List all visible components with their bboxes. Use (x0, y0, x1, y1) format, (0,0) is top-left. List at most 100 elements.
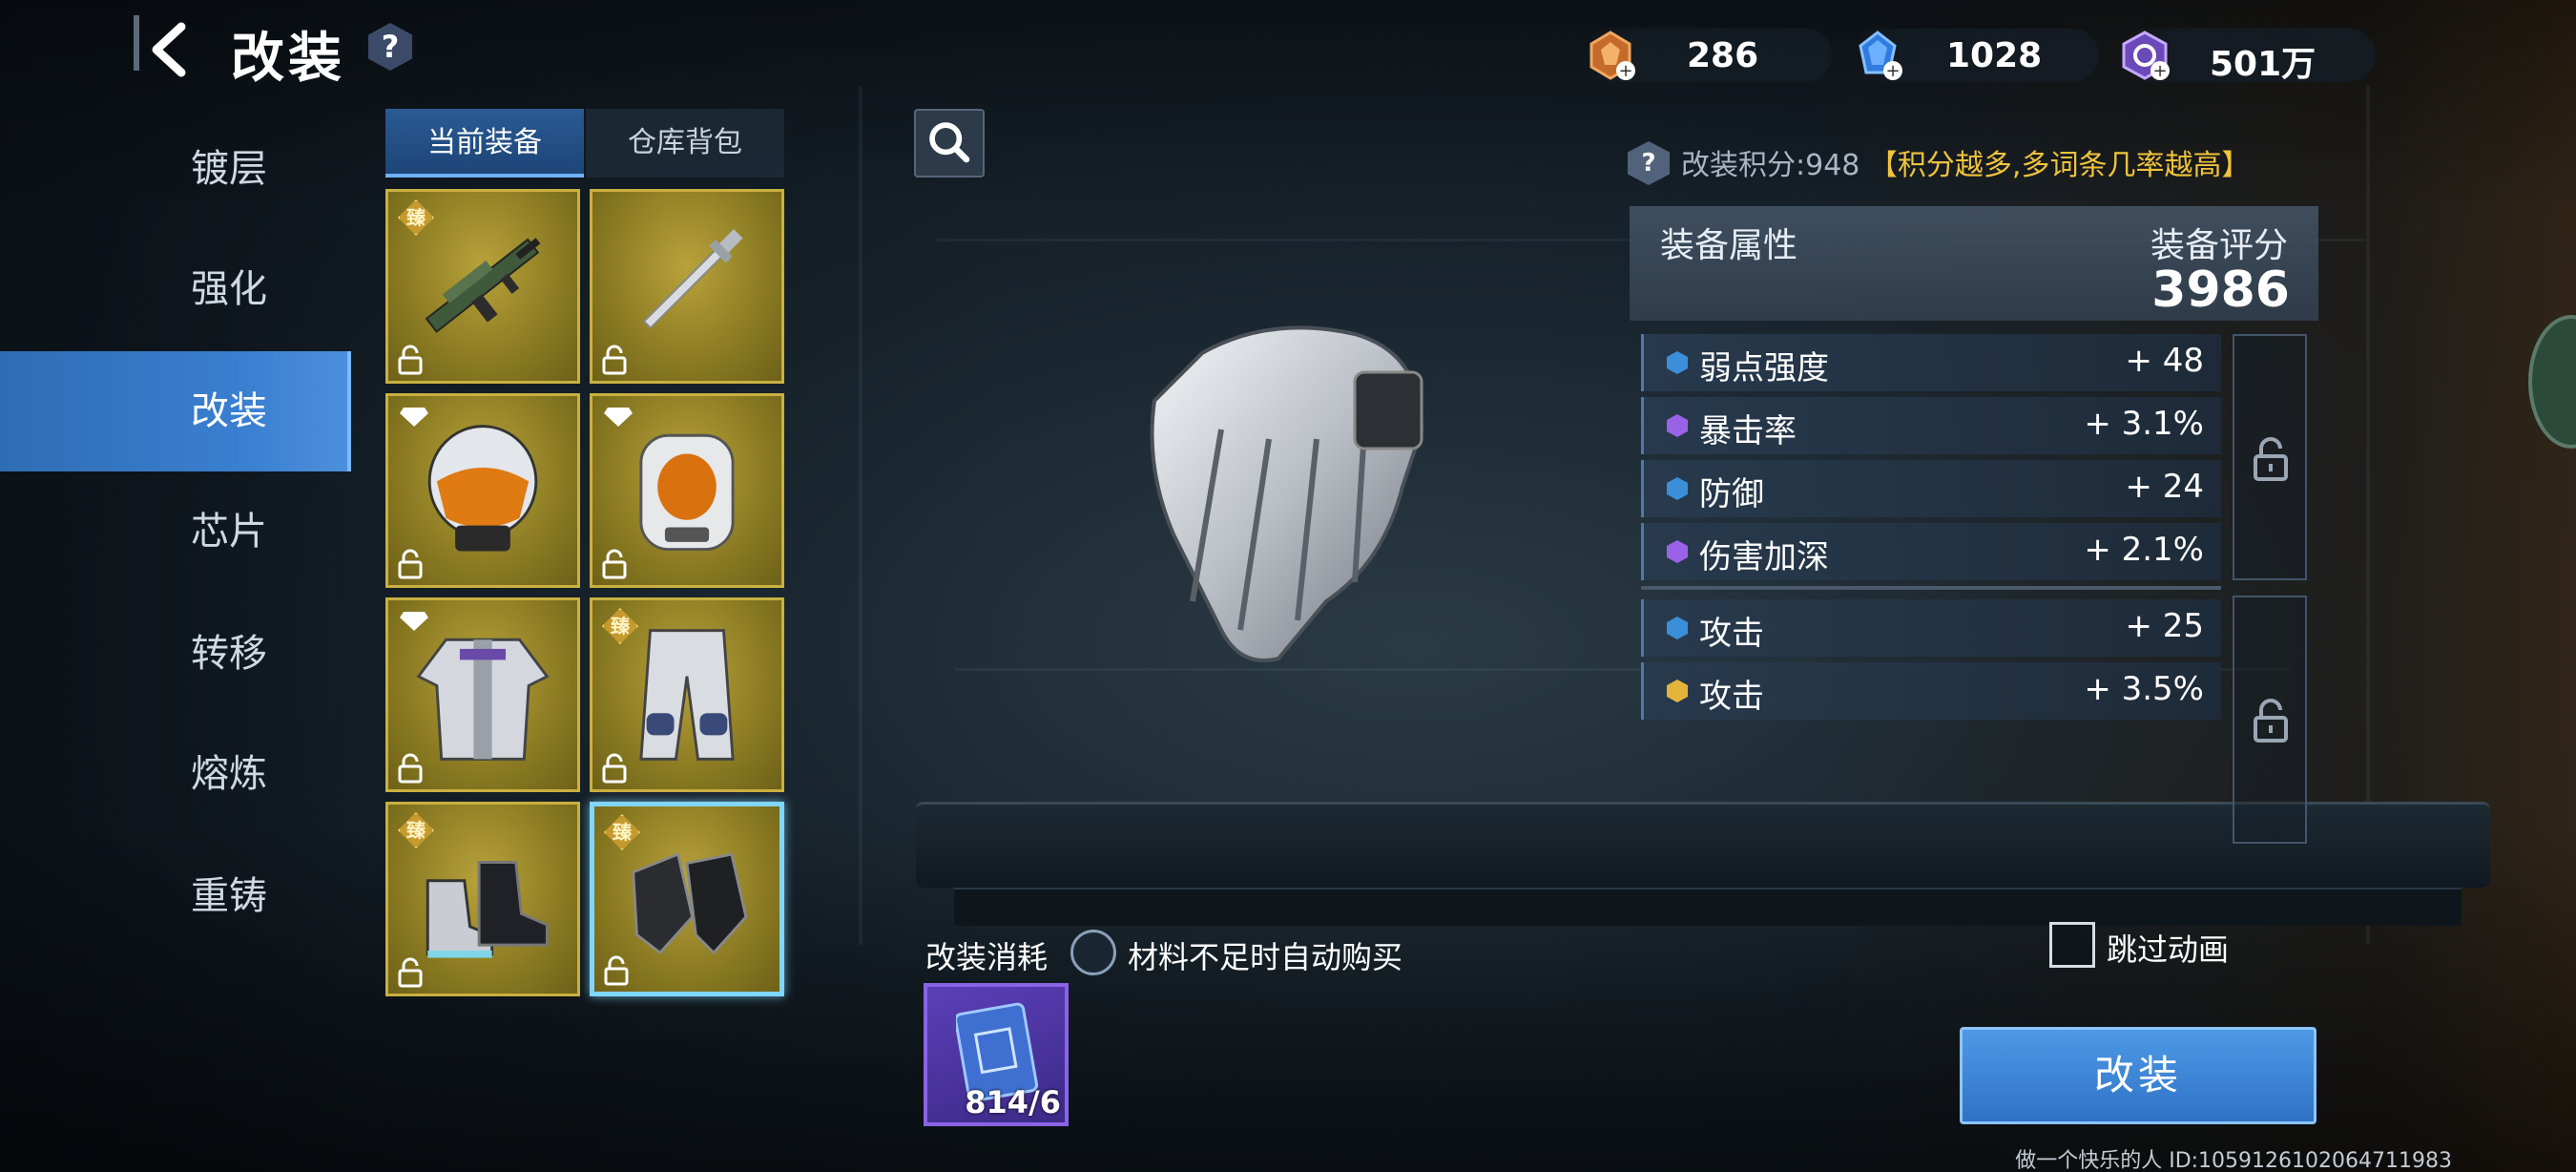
user-id: 做一个快乐的人 ID:1059126102064711983 (2015, 1149, 2452, 1172)
pants-icon (639, 629, 735, 761)
lock-icon (602, 753, 627, 784)
search-button[interactable] (914, 109, 985, 178)
material-slot[interactable]: 814/6 (924, 983, 1069, 1126)
svg-text:+: + (1885, 61, 1900, 81)
equipment-slot-gloves[interactable]: 臻 (590, 802, 784, 996)
title-decoration (134, 15, 139, 71)
fuel-icon: + (1589, 31, 1635, 81)
tier-blue-icon (1667, 477, 1688, 500)
lock-icon (398, 957, 423, 988)
attributes-title: 装备属性 (1660, 226, 1798, 265)
backpack-icon (639, 433, 735, 552)
score-hint: 【积分越多,多词条几率越高】 (1868, 149, 2251, 182)
tier-blue-icon (1667, 351, 1688, 374)
sidebar-item-plating[interactable]: 镀层 (0, 109, 351, 229)
equipment-slot-boots[interactable]: 臻 (385, 802, 580, 996)
helmet-icon (427, 425, 538, 552)
sidebar-item-label: 重铸 (191, 874, 267, 918)
currency-coin[interactable]: + 501万 (2118, 29, 2376, 84)
attribute-row: 暴击率 + 3.1% (1641, 397, 2221, 454)
currency-diamond[interactable]: + 1028 (1851, 29, 2099, 82)
sword-icon (642, 229, 743, 329)
tab-warehouse[interactable]: 仓库背包 (586, 109, 784, 178)
rifle-icon (425, 238, 541, 333)
sidebar-item-label: 改装 (191, 389, 267, 433)
tab-current-equipment[interactable]: 当前装备 (385, 109, 584, 178)
rating-title: 装备评分 (2150, 226, 2288, 265)
tier-purple-icon (1667, 540, 1688, 563)
sidebar-item-label: 芯片 (191, 510, 267, 554)
equipment-slot-pants[interactable]: 臻 (590, 597, 784, 792)
attributes-header: 装备属性 装备评分 3986 (1630, 206, 2318, 321)
page-title: 改装 (231, 28, 345, 90)
skip-animation-label[interactable]: 跳过动画 (2107, 926, 2229, 970)
score-line: 改装积分:948 【积分越多,多词条几率越高】 (1681, 141, 2250, 183)
attribute-name: 攻击 (1699, 615, 1764, 653)
score-help-icon[interactable]: ? (1628, 141, 1670, 185)
attribute-value: + 2.1% (2084, 531, 2204, 569)
currency-fuel[interactable]: + 286 (1584, 29, 1832, 82)
lock-icon (398, 753, 423, 784)
score-label: 改装积分:948 (1681, 149, 1860, 182)
cost-label: 改装消耗 (925, 939, 1049, 975)
unlock-icon (2254, 699, 2288, 743)
equipment-slot-rifle[interactable]: 臻 (385, 189, 580, 384)
auto-buy-label[interactable]: 材料不足时自动购买 (1128, 933, 1402, 977)
material-count: 814/6 (965, 1084, 1061, 1120)
attribute-value: + 25 (2125, 607, 2204, 645)
fuel-value: 286 (1687, 36, 1759, 75)
equipment-slot-helmet[interactable] (385, 393, 580, 588)
auto-buy-radio[interactable] (1070, 930, 1116, 975)
lock-toggle-upper[interactable] (2233, 334, 2307, 580)
attribute-row: 伤害加深 + 2.1% (1641, 523, 2221, 580)
search-icon (929, 122, 970, 163)
attribute-value: + 24 (2125, 468, 2204, 506)
sidebar-item-recast[interactable]: 重铸 (0, 836, 351, 956)
attribute-value: + 3.5% (2084, 670, 2204, 708)
lock-icon (398, 549, 423, 579)
lock-icon (602, 549, 627, 579)
attribute-name: 攻击 (1699, 678, 1764, 716)
sidebar-item-enhance[interactable]: 强化 (0, 229, 351, 349)
diamond-value: 1028 (1946, 36, 2043, 75)
tier-purple-icon (1667, 414, 1688, 437)
side-chat-bubble-icon[interactable] (2528, 315, 2576, 449)
boots-icon (426, 861, 549, 958)
svg-text:+: + (1618, 61, 1632, 81)
attribute-value: + 3.1% (2084, 405, 2204, 443)
rating-value: 3986 (2151, 262, 2290, 319)
attribute-name: 伤害加深 (1699, 538, 1829, 576)
lock-toggle-lower[interactable] (2233, 596, 2307, 844)
help-icon[interactable]: ? (368, 23, 412, 71)
tier-gold-icon (1667, 680, 1688, 702)
background-line (859, 86, 862, 945)
diamond-icon: + (1859, 31, 1902, 81)
sidebar-item-modify[interactable]: 改装 (0, 351, 351, 471)
lock-icon (602, 345, 627, 375)
equipment-slot-backpack[interactable] (590, 393, 784, 588)
jacket-icon (416, 638, 550, 761)
sidebar-item-transfer[interactable]: 转移 (0, 594, 351, 714)
back-arrow-icon[interactable] (143, 21, 200, 78)
attribute-divider (1641, 586, 2221, 590)
background-floor-step (954, 888, 2462, 926)
tier-blue-icon (1667, 617, 1688, 639)
sidebar-item-smelt[interactable]: 熔炼 (0, 714, 351, 834)
equipment-slot-jacket[interactable] (385, 597, 580, 792)
equipment-slot-sword[interactable] (590, 189, 784, 384)
attribute-row: 弱点强度 + 48 (1641, 334, 2221, 391)
skip-animation-checkbox[interactable] (2049, 922, 2095, 968)
coin-icon: + (2122, 31, 2170, 81)
lock-icon (398, 345, 423, 375)
sidebar-item-label: 镀层 (191, 147, 267, 191)
attribute-row: 攻击 + 3.5% (1641, 662, 2221, 720)
sidebar-item-chip[interactable]: 芯片 (0, 471, 351, 592)
svg-text:+: + (2152, 61, 2167, 81)
attribute-name: 暴击率 (1699, 412, 1797, 450)
gloves-preview-icon[interactable] (1135, 315, 1450, 678)
modify-button[interactable]: 改装 (1960, 1027, 2316, 1124)
gloves-icon (632, 852, 748, 955)
attribute-name: 防御 (1699, 475, 1764, 513)
attribute-value: + 48 (2125, 342, 2204, 380)
lock-icon (604, 955, 629, 986)
